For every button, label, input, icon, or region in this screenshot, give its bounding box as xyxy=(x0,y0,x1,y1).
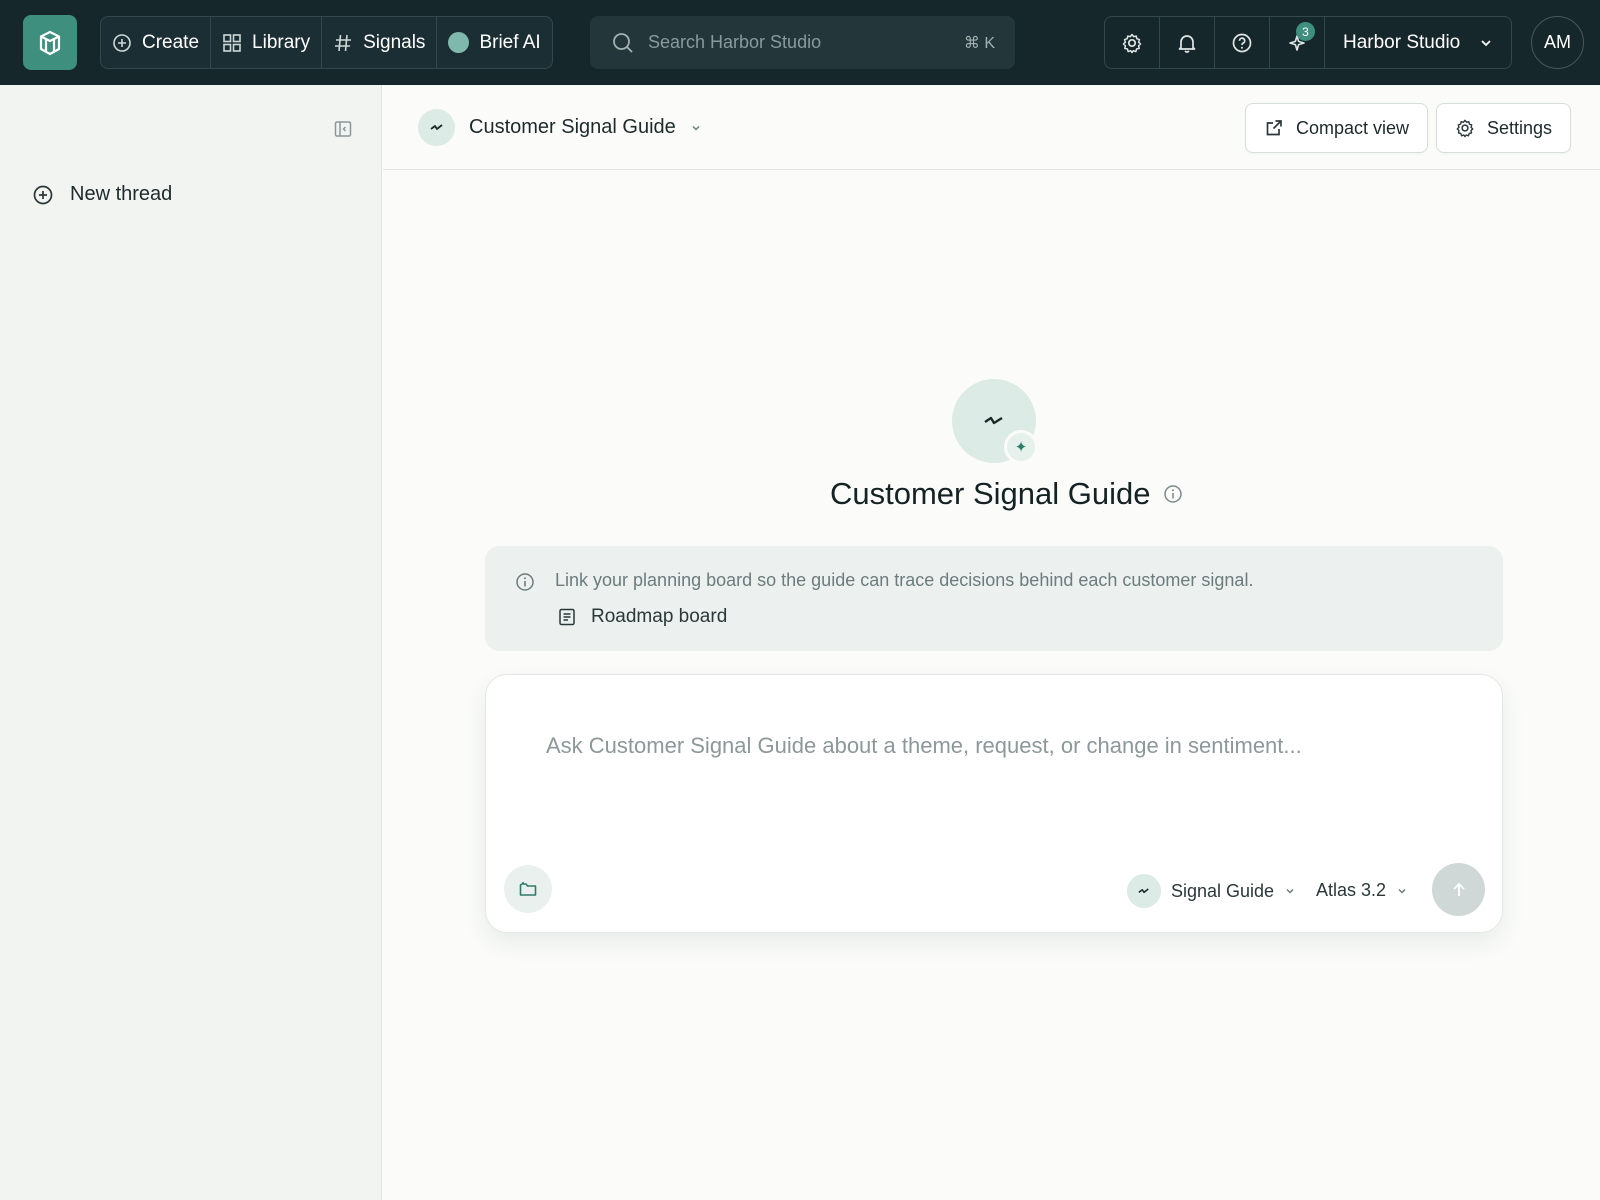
external-link-icon xyxy=(1266,120,1282,136)
search-shortcut: ⌘ K xyxy=(963,34,995,52)
composer-input[interactable]: Ask Customer Signal Guide about a theme,… xyxy=(546,733,1302,759)
model-name: Atlas 3.2 xyxy=(1316,880,1387,900)
notifications-button[interactable] xyxy=(1160,17,1215,68)
settings-label: Settings xyxy=(1487,117,1553,138)
signal-icon xyxy=(1138,887,1149,893)
sidebar-collapse-icon xyxy=(334,121,352,137)
hash-icon xyxy=(335,34,352,51)
chevron-down-icon xyxy=(1286,888,1294,894)
plus-circle-icon xyxy=(33,185,53,204)
nav-brief-ai[interactable]: Brief AI xyxy=(437,17,551,68)
signal-icon xyxy=(984,416,1003,425)
agent-avatar xyxy=(1127,874,1161,908)
settings-button[interactable]: Settings xyxy=(1436,103,1572,153)
attach-button[interactable] xyxy=(504,865,552,913)
link-board-notice: Link your planning board so the guide ca… xyxy=(485,546,1503,651)
search-input[interactable]: Search Harbor Studio ⌘ K xyxy=(590,16,1015,69)
nav-signals[interactable]: Signals xyxy=(322,17,438,68)
sidebar: New thread xyxy=(0,85,382,1200)
compact-view-button[interactable]: Compact view xyxy=(1245,103,1429,153)
chevron-down-icon xyxy=(1481,39,1491,46)
help-icon xyxy=(1232,33,1252,52)
roadmap-board-label: Roadmap board xyxy=(591,606,728,627)
hero-title: Customer Signal Guide xyxy=(830,476,1151,511)
guide-title: Customer Signal Guide xyxy=(469,116,676,138)
notification-badge: 3 xyxy=(1296,22,1315,41)
nav-create-label: Create xyxy=(142,31,200,53)
new-thread-button[interactable]: New thread xyxy=(32,183,172,206)
top-bar: Create Library Signals Brief AI Search H… xyxy=(0,0,1600,85)
send-button[interactable] xyxy=(1432,863,1485,916)
main-header: Customer Signal Guide Compact view Setti… xyxy=(383,85,1600,170)
nav-library-label: Library xyxy=(252,31,311,53)
guide-selector[interactable]: Customer Signal Guide xyxy=(418,109,702,146)
search-placeholder: Search Harbor Studio xyxy=(648,32,822,52)
compact-view-label: Compact view xyxy=(1296,117,1410,138)
document-icon xyxy=(559,608,575,626)
toolbar-actions: 3 Harbor Studio xyxy=(1104,16,1512,69)
plus-circle-icon xyxy=(113,33,131,52)
guide-avatar xyxy=(418,109,455,146)
chevron-down-icon xyxy=(692,125,700,131)
grid-icon xyxy=(223,33,241,52)
help-button[interactable] xyxy=(1215,17,1270,68)
app-logo-button[interactable] xyxy=(23,15,77,70)
nav-signals-label: Signals xyxy=(363,31,426,53)
info-icon xyxy=(516,573,534,591)
chevron-down-icon xyxy=(1398,888,1406,894)
cube-icon xyxy=(39,30,61,55)
user-avatar[interactable]: AM xyxy=(1531,16,1584,69)
agent-name: Signal Guide xyxy=(1171,880,1275,901)
nav-create[interactable]: Create xyxy=(101,17,212,68)
gear-icon xyxy=(1456,119,1474,138)
nav-brief-ai-label: Brief AI xyxy=(479,31,541,53)
search-icon xyxy=(613,32,633,53)
message-composer: Ask Customer Signal Guide about a theme,… xyxy=(485,674,1503,933)
sparkle-icon: ✦ xyxy=(1004,430,1038,464)
roadmap-board-link[interactable]: Roadmap board xyxy=(557,606,727,628)
gear-icon xyxy=(1122,33,1142,53)
workspace-switcher[interactable]: Harbor Studio xyxy=(1325,17,1511,68)
nav-library[interactable]: Library xyxy=(211,17,323,68)
ai-updates-button[interactable]: 3 xyxy=(1270,17,1325,68)
primary-nav: Create Library Signals Brief AI xyxy=(100,16,553,69)
agent-selector[interactable]: Signal Guide xyxy=(1127,874,1296,908)
brief-ai-icon xyxy=(448,32,470,53)
notice-message: Link your planning board so the guide ca… xyxy=(555,570,1254,590)
collapse-sidebar-button[interactable] xyxy=(333,119,353,139)
bell-icon xyxy=(1178,34,1196,53)
hero-title-group: Customer Signal Guide xyxy=(830,476,1183,512)
signal-icon xyxy=(429,123,443,130)
workspace-name: Harbor Studio xyxy=(1343,31,1461,53)
arrow-up-icon xyxy=(1452,882,1465,896)
model-selector[interactable]: Atlas 3.2 xyxy=(1316,880,1408,901)
new-thread-label: New thread xyxy=(70,183,173,205)
folder-icon xyxy=(519,882,537,896)
preferences-button[interactable] xyxy=(1105,17,1160,68)
info-icon[interactable] xyxy=(1163,484,1183,504)
